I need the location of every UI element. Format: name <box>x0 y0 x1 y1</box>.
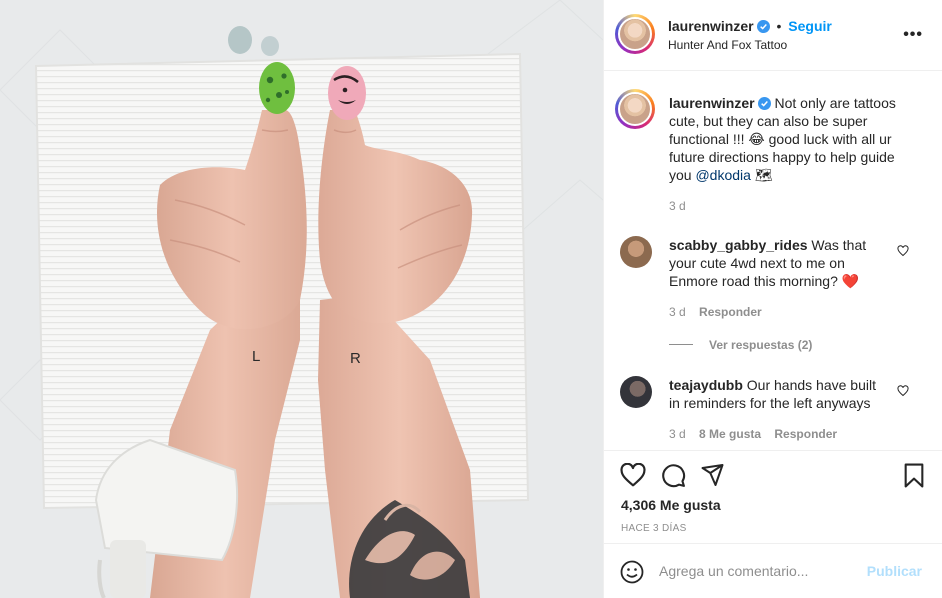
likes-count[interactable]: 4,306 Me gusta <box>621 497 721 513</box>
view-replies-line <box>669 344 693 345</box>
author-username[interactable]: laurenwinzer <box>668 18 754 34</box>
emoji-icon[interactable] <box>620 560 644 584</box>
caption-text-end: 🗺 <box>750 167 773 183</box>
comment-username[interactable]: teajaydubb <box>669 377 743 393</box>
share-icon[interactable] <box>700 463 725 487</box>
follow-button[interactable]: Seguir <box>788 18 832 34</box>
bookmark-icon[interactable] <box>903 463 925 488</box>
reply-button[interactable]: Responder <box>699 305 762 319</box>
comment-like-heart-icon[interactable] <box>897 385 909 397</box>
reply-button[interactable]: Responder <box>774 427 837 441</box>
comment-time[interactable]: 3 d <box>669 427 686 441</box>
commenter-avatar[interactable] <box>620 236 652 268</box>
caption-username[interactable]: laurenwinzer <box>669 95 755 111</box>
comment-like-heart-icon[interactable] <box>897 245 909 257</box>
comment-meta: 3 d 8 Me gusta Responder <box>669 427 837 441</box>
more-options-icon[interactable]: ••• <box>903 26 923 44</box>
comment-likes[interactable]: 8 Me gusta <box>699 427 761 441</box>
post-actions: 4,306 Me gusta HACE 3 DÍAS <box>604 450 942 543</box>
verified-badge-icon <box>757 97 771 110</box>
caption-mention[interactable]: @dkodia <box>695 167 750 183</box>
instagram-post: L R laurenwinzer • Seguir Hunter And Fox… <box>0 0 942 598</box>
view-replies[interactable]: Ver respuestas (2) <box>669 338 812 352</box>
add-comment-bar: Publicar <box>604 543 942 598</box>
caption-avatar[interactable] <box>615 89 655 129</box>
verified-badge-icon <box>756 20 770 33</box>
header-separator: • <box>776 18 782 34</box>
publish-button[interactable]: Publicar <box>867 563 922 579</box>
post-photo[interactable]: L R <box>0 0 603 598</box>
tattoo-letter-right: R <box>350 350 361 367</box>
comment-username[interactable]: scabby_gabby_rides <box>669 237 808 253</box>
posted-ago[interactable]: HACE 3 DÍAS <box>621 523 687 534</box>
caption-time[interactable]: 3 d <box>669 199 686 213</box>
comment-time[interactable]: 3 d <box>669 305 686 319</box>
comment-meta: 3 d Responder <box>669 305 762 319</box>
tattoo-photo-illustration: L R <box>0 0 603 598</box>
location-link[interactable]: Hunter And Fox Tattoo <box>668 38 787 52</box>
post-header: laurenwinzer • Seguir Hunter And Fox Tat… <box>604 0 942 71</box>
post-side-panel: laurenwinzer • Seguir Hunter And Fox Tat… <box>603 0 942 598</box>
comment-2: teajaydubb Our hands have built in remin… <box>669 376 889 412</box>
tattoo-letter-left: L <box>252 348 260 365</box>
heart-icon[interactable] <box>620 463 646 487</box>
view-replies-label[interactable]: Ver respuestas (2) <box>709 338 812 352</box>
comment-input[interactable] <box>659 560 859 582</box>
commenter-avatar[interactable] <box>620 376 652 408</box>
comment-icon[interactable] <box>661 463 686 488</box>
author-avatar[interactable] <box>615 14 655 54</box>
comment-1: scabby_gabby_rides Was that your cute 4w… <box>669 236 889 290</box>
caption: laurenwinzer Not only are tattoos cute, … <box>669 94 909 184</box>
